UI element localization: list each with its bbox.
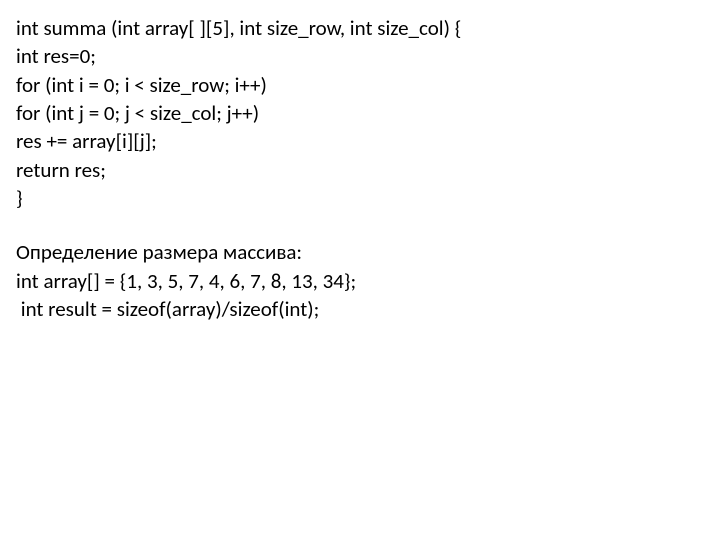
code-line: int array[] = {1, 3, 5, 7, 4, 6, 7, 8, 1… [16,267,704,295]
section-array-size: Определение размера массива: int array[]… [16,238,704,323]
code-line: return res; [16,156,704,184]
section-heading: Определение размера массива: [16,238,704,266]
code-line: int summa (int array[ ][5], int size_row… [16,14,704,42]
code-line: int res=0; [16,42,704,70]
code-line: for (int j = 0; j < size_col; j++) [16,99,704,127]
code-line: int result = sizeof(array)/sizeof(int); [16,295,704,323]
code-line: for (int i = 0; i < size_row; i++) [16,71,704,99]
code-block-function: int summa (int array[ ][5], int size_row… [16,14,704,212]
code-line: res += array[i][j]; [16,127,704,155]
slide-content: int summa (int array[ ][5], int size_row… [0,0,720,540]
code-line: } [16,184,704,212]
